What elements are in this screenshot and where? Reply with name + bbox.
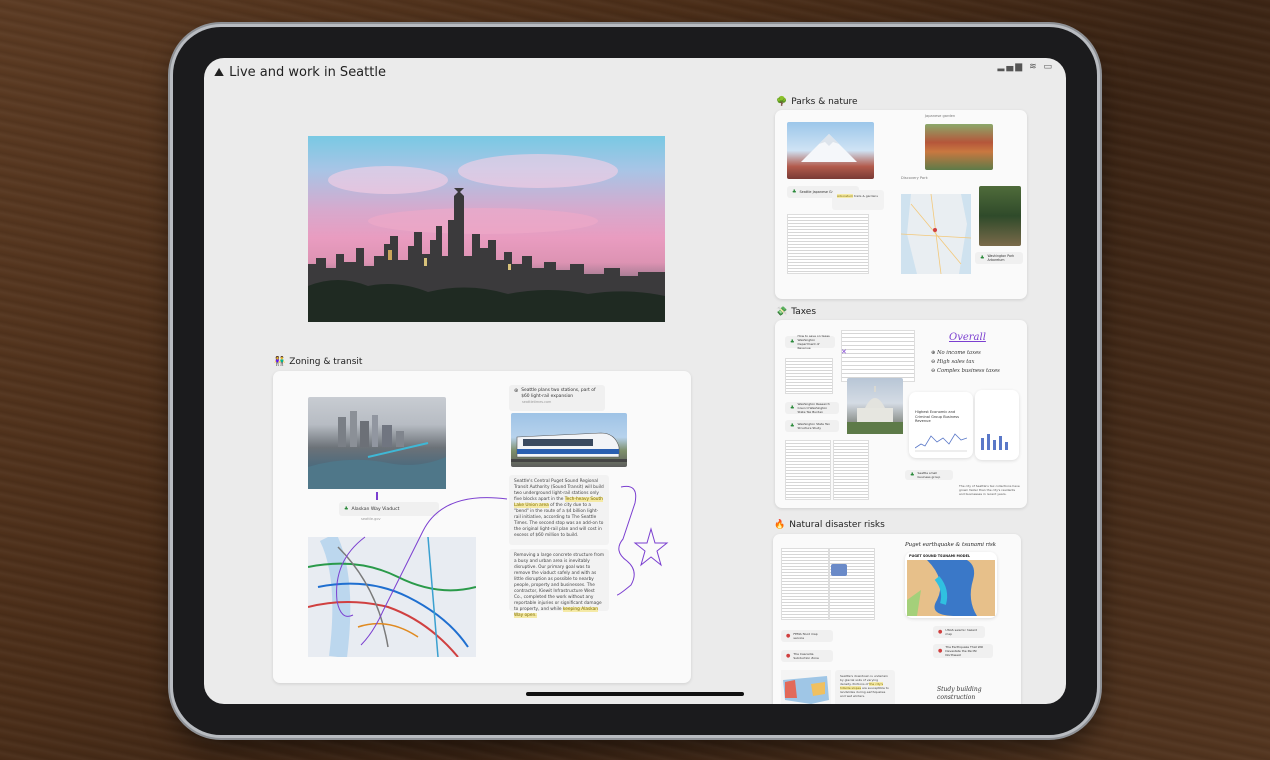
home-indicator[interactable]	[526, 692, 744, 696]
taxes-card[interactable]: ♣ How to save on taxes Washington Depart…	[775, 320, 1027, 508]
report-page-bars	[981, 434, 1008, 450]
tax-report-chart[interactable]: Highest Economic and Criminal Group Busi…	[909, 392, 973, 458]
disaster-chip-d[interactable]: ● The Earthquake That Will Devastate the…	[933, 644, 993, 658]
tsunami-model-map[interactable]: PUGET SOUND TSUNAMI MODEL	[905, 552, 997, 618]
fire-icon: 🔥	[774, 520, 786, 530]
taxes-chip-a-label: How to save on taxes Washington Departme…	[797, 334, 830, 350]
seismic-hazard-map[interactable]	[781, 670, 831, 704]
japanese-garden-label: Japanese garden	[925, 114, 956, 118]
skyline-silhouette	[308, 188, 665, 322]
tax-study-document-a[interactable]	[785, 440, 831, 500]
leaf-icon: ♣	[980, 255, 985, 261]
disaster-chip-b[interactable]: ● The Cascadia Subduction Zone	[781, 650, 833, 662]
tax-line-1: No income taxes	[937, 350, 981, 356]
parks-title-text: Parks & nature	[791, 97, 858, 107]
people-icon: 👫	[274, 357, 286, 367]
taxes-chip-b[interactable]: ♣ Washington Research Council Washington…	[785, 402, 839, 414]
taxes-chip-a[interactable]: ♣ How to save on taxes Washington Depart…	[785, 334, 835, 350]
alert-icon: ●	[786, 653, 791, 659]
disaster-chip-a-label: FEMA flood map service	[793, 632, 818, 640]
zoning-title-text: Zoning & transit	[289, 357, 363, 367]
money-icon: 💸	[776, 307, 788, 317]
handwritten-earthquake: Puget earthquake & tsunami risk	[905, 542, 997, 548]
disaster-title-text: Natural disaster risks	[789, 520, 885, 530]
leaf-icon: ♣	[910, 472, 915, 478]
forest-trail-photo[interactable]	[979, 186, 1021, 246]
parks-title[interactable]: 🌳 Parks & nature	[776, 97, 858, 107]
tax-rates-table[interactable]	[841, 330, 915, 382]
tsunami-map-title: PUGET SOUND TSUNAMI MODEL	[909, 554, 971, 558]
disaster-title[interactable]: 🔥 Natural disaster risks	[774, 520, 885, 530]
seattle-parks-map[interactable]	[901, 194, 971, 274]
purple-ink-annotations	[336, 485, 669, 646]
handwritten-overall: Overall	[949, 332, 986, 343]
ipad-device: ▂▄▆ ≋ ▭ ⛰ Live and work in Seattle 👫 Zon…	[173, 27, 1097, 735]
mount-rainier-photo[interactable]	[787, 122, 874, 179]
parks-note[interactable]: Arboretum trails & gardens	[832, 190, 884, 210]
alert-icon: ●	[938, 648, 943, 654]
mountain-shape	[801, 134, 857, 162]
tsunami-map-shape	[907, 560, 995, 616]
leaf-icon: ♣	[792, 189, 797, 195]
disaster-chip-d-label: The Earthquake That Will Devastate the P…	[945, 645, 984, 657]
disaster-chip-c[interactable]: ● USGS seismic hazard map	[933, 626, 985, 638]
japanese-garden-photo[interactable]	[925, 124, 993, 170]
report-map-thumb	[831, 564, 847, 576]
alert-icon: ●	[938, 629, 943, 635]
taxes-chip-d-label: Seattle small business group	[917, 471, 941, 479]
taxes-chip-b-label: Washington Research Council Washington S…	[797, 402, 830, 414]
tax-line-2: High sales tax	[937, 359, 975, 365]
report-title: Highest Economic and Criminal Group Busi…	[915, 410, 960, 423]
pen-mark: ✕	[841, 348, 847, 356]
state-capitol-photo[interactable]	[847, 378, 903, 434]
discovery-park-label: Discovery Park	[901, 176, 928, 180]
tax-report-page[interactable]	[975, 390, 1019, 460]
tax-line-3: Complex business taxes	[937, 368, 1000, 374]
disaster-card[interactable]: Puget earthquake & tsunami risk PUGET SO…	[773, 534, 1021, 704]
hazard-map-shape	[783, 676, 829, 704]
parks-card[interactable]: Japanese garden ♣ Seattle Japanese Garde…	[775, 110, 1027, 299]
disaster-note[interactable]: Seattle's downtown is underlain by glaci…	[835, 670, 895, 704]
handwritten-list: ⊕ No income taxes ⊖ High sales tax ⊖ Com…	[931, 350, 1000, 374]
zoning-card[interactable]: ♣ Alaskan Way Viaduct seattle.gov ⊛ Seat…	[273, 371, 691, 683]
taxes-chip-c-label: Washington State Tax Structure Study	[797, 422, 830, 430]
taxes-title-text: Taxes	[791, 307, 817, 317]
capitol-dome	[847, 386, 903, 434]
disaster-chip-b-label: The Cascadia Subduction Zone	[793, 652, 819, 660]
status-bar: ▂▄▆ ≋ ▭	[997, 62, 1054, 72]
disaster-report-b[interactable]	[829, 548, 875, 620]
mountain-icon: ⛰	[214, 65, 225, 79]
parks-map-shape	[901, 194, 971, 274]
leaf-icon: ♣	[790, 405, 795, 411]
tree-icon: 🌳	[776, 97, 788, 107]
board-title-text: Live and work in Seattle	[229, 65, 386, 80]
disaster-chip-a[interactable]: ● FEMA flood map service	[781, 630, 833, 642]
leaf-icon: ♣	[790, 339, 795, 345]
taxes-foot-note: The city of Seattle's tax collections ha…	[959, 484, 1020, 496]
report-mini-chart	[915, 433, 967, 452]
disaster-report-a[interactable]	[781, 548, 829, 620]
leaf-icon: ♣	[790, 423, 795, 429]
parks-chip-b[interactable]: ♣ Washington Park Arboretum	[975, 252, 1023, 264]
zoning-title[interactable]: 👫 Zoning & transit	[274, 357, 362, 367]
disaster-chip-c-label: USGS seismic hazard map	[945, 628, 978, 636]
taxes-chip-c[interactable]: ♣ Washington State Tax Structure Study	[785, 420, 839, 432]
seattle-skyline-photo[interactable]	[308, 136, 665, 322]
tax-table-document[interactable]	[785, 358, 833, 394]
parks-map-document[interactable]	[787, 214, 869, 274]
tax-study-document-b[interactable]	[833, 440, 869, 500]
handwritten-building: Study building construction	[937, 686, 982, 701]
freeform-canvas[interactable]: ▂▄▆ ≋ ▭ ⛰ Live and work in Seattle 👫 Zon…	[204, 58, 1066, 704]
alert-icon: ●	[786, 633, 791, 639]
board-title[interactable]: ⛰ Live and work in Seattle	[214, 65, 386, 80]
taxes-chip-d[interactable]: ♣ Seattle small business group	[905, 470, 953, 480]
parks-chip-b-label: Washington Park Arboretum	[987, 254, 1015, 262]
taxes-title[interactable]: 💸 Taxes	[776, 307, 816, 317]
